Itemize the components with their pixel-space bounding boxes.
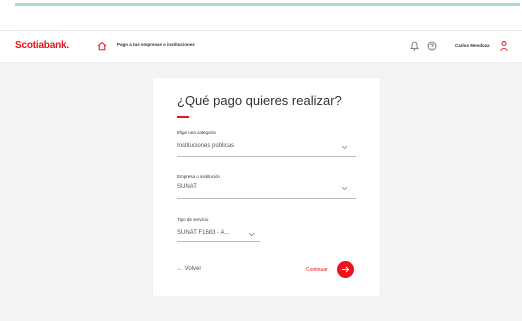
continue-label[interactable]: Continuar [306, 267, 328, 273]
continue-button[interactable] [337, 261, 354, 278]
service-select-value[interactable]: SUNAT F1683 - A... [177, 230, 229, 236]
arrow-left-icon: ← [177, 266, 183, 272]
accent-strip [15, 3, 520, 6]
chevron-down-icon[interactable] [341, 145, 348, 150]
arrow-right-icon [342, 266, 350, 273]
bell-icon[interactable] [410, 41, 419, 51]
category-select-value[interactable]: Instituciones públicas [177, 143, 234, 149]
company-label: Empresa o institución [177, 174, 221, 179]
help-icon[interactable] [427, 41, 437, 51]
breadcrumb: Pago a tus empresas e instituciones [117, 42, 195, 47]
page-title: ¿Qué pago quieres realizar? [177, 93, 342, 108]
avatar-icon[interactable] [500, 40, 508, 52]
back-button[interactable]: ← Volver [177, 266, 201, 272]
chevron-down-icon[interactable] [248, 232, 255, 237]
service-label: Tipo de servicio [177, 217, 209, 222]
logo[interactable]: Scotiabank. [15, 40, 69, 51]
payment-card: ¿Qué pago quieres realizar? Elige una ca… [153, 78, 380, 296]
category-underline [177, 156, 356, 157]
title-underline [177, 116, 189, 118]
category-label: Elige una categoría [177, 130, 216, 135]
top-strip [0, 0, 522, 30]
service-underline [177, 241, 260, 242]
home-icon[interactable] [97, 41, 107, 51]
user-name[interactable]: Carlos Mendoza [455, 43, 490, 48]
back-label: Volver [184, 266, 202, 272]
company-select-value[interactable]: SUNAT [177, 184, 197, 190]
chevron-down-icon[interactable] [341, 186, 348, 191]
app-header: Scotiabank. Pago a tus empresas e instit… [0, 30, 522, 63]
company-underline [177, 198, 356, 199]
